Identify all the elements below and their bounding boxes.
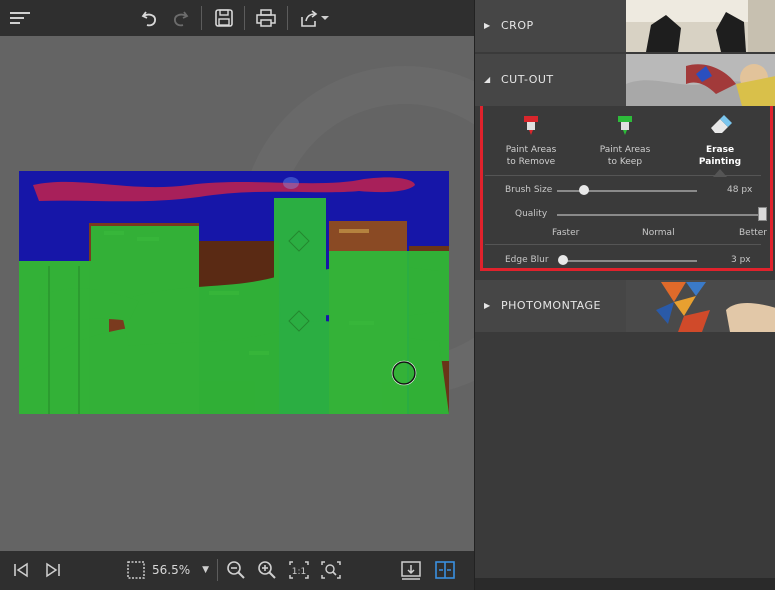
edge-blur-handle[interactable] bbox=[558, 255, 568, 265]
brush-size-label: Brush Size bbox=[505, 185, 553, 195]
erase-painting-label: Erase Painting bbox=[698, 145, 742, 167]
section-cutout-title: CUT-OUT bbox=[501, 73, 554, 86]
zoom-fit-icon[interactable] bbox=[318, 557, 344, 583]
undo-icon[interactable] bbox=[136, 4, 164, 32]
paint-remove-label: Paint Areas to Remove bbox=[505, 145, 557, 167]
paint-remove-tool[interactable]: Paint Areas to Remove bbox=[491, 114, 571, 168]
erase-painting-tool[interactable]: Erase Painting bbox=[680, 114, 760, 168]
fit-view-icon bbox=[127, 561, 145, 579]
quality-normal-label: Normal bbox=[642, 228, 675, 238]
chevron-down-icon: ▼ bbox=[202, 565, 210, 575]
active-tool-pointer bbox=[713, 169, 727, 177]
save-icon[interactable] bbox=[210, 4, 238, 32]
chevron-down-icon: ◢ bbox=[484, 75, 491, 84]
quality-handle[interactable] bbox=[758, 207, 767, 221]
chevron-right-icon: ▶ bbox=[484, 301, 491, 310]
section-cutout[interactable]: ◢ CUT-OUT bbox=[475, 54, 775, 106]
quality-better-label: Better bbox=[739, 228, 768, 238]
top-toolbar bbox=[0, 0, 474, 36]
edge-blur-label: Edge Blur bbox=[505, 255, 549, 265]
zoom-selector[interactable]: 56.5% ▼ bbox=[126, 557, 210, 583]
svg-text:1:1: 1:1 bbox=[292, 567, 306, 577]
zoom-out-icon[interactable] bbox=[223, 557, 249, 583]
menu-icon[interactable] bbox=[6, 4, 34, 32]
toolbar-divider bbox=[287, 6, 288, 30]
photomontage-thumbnail bbox=[626, 280, 775, 332]
toolbar-divider bbox=[217, 559, 218, 581]
section-photomontage[interactable]: ▶ PHOTOMONTAGE bbox=[475, 280, 775, 332]
quality-slider[interactable] bbox=[557, 214, 765, 216]
photo-preview[interactable] bbox=[19, 171, 449, 414]
toolbar-divider bbox=[201, 6, 202, 30]
quality-faster-label: Faster bbox=[552, 228, 580, 238]
actual-size-icon[interactable]: 1:1 bbox=[286, 557, 312, 583]
bottom-toolbar: 56.5% ▼ 1:1 bbox=[0, 551, 474, 590]
paint-keep-tool[interactable]: Paint Areas to Keep bbox=[585, 114, 665, 168]
section-crop-title: CROP bbox=[501, 19, 534, 32]
print-icon[interactable] bbox=[252, 4, 280, 32]
brush-size-value: 48 px bbox=[727, 185, 753, 195]
image-canvas[interactable] bbox=[0, 36, 474, 551]
brush-size-handle[interactable] bbox=[579, 185, 589, 195]
split-view-icon[interactable] bbox=[432, 557, 458, 583]
zoom-in-icon[interactable] bbox=[254, 557, 280, 583]
compare-view-icon[interactable] bbox=[398, 557, 424, 583]
edge-blur-value: 3 px bbox=[731, 255, 751, 265]
share-dropdown-icon[interactable] bbox=[318, 4, 332, 32]
brush-size-slider[interactable] bbox=[557, 190, 697, 192]
side-panel: ▶ CROP ◢ CUT-OUT Paint Areas to Remove P… bbox=[474, 0, 775, 590]
quality-label: Quality bbox=[515, 209, 548, 219]
eraser-icon bbox=[711, 115, 732, 133]
quality-divider bbox=[485, 244, 761, 245]
next-image-icon[interactable] bbox=[40, 557, 66, 583]
redo-icon[interactable] bbox=[166, 4, 194, 32]
panel-footer bbox=[475, 578, 775, 590]
paint-keep-label: Paint Areas to Keep bbox=[599, 145, 651, 167]
toolbar-divider bbox=[244, 6, 245, 30]
section-crop[interactable]: ▶ CROP bbox=[475, 0, 775, 52]
edge-blur-slider[interactable] bbox=[563, 260, 697, 262]
section-photomontage-title: PHOTOMONTAGE bbox=[501, 299, 601, 312]
green-marker-icon bbox=[618, 116, 632, 135]
crop-thumbnail bbox=[626, 0, 775, 52]
red-marker-icon bbox=[524, 116, 538, 135]
chevron-right-icon: ▶ bbox=[484, 21, 491, 30]
previous-image-icon[interactable] bbox=[8, 557, 34, 583]
cutout-thumbnail bbox=[626, 54, 775, 106]
zoom-value: 56.5% bbox=[152, 563, 191, 577]
